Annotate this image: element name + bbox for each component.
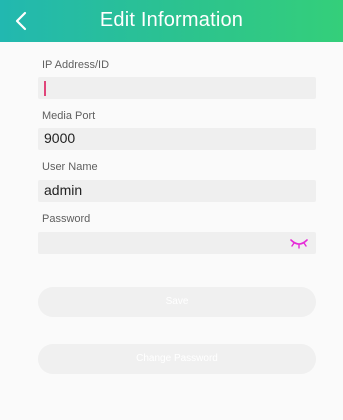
password-label: Password	[42, 213, 91, 225]
text-cursor	[44, 81, 46, 96]
page-title: Edit Information	[99, 9, 244, 31]
media-port-value: 9000	[44, 130, 76, 146]
header-bar: Edit Information	[0, 0, 343, 42]
media-port-label: Media Port	[42, 110, 96, 122]
eye-closed-icon[interactable]	[290, 237, 308, 249]
ip-address-label: IP Address/ID	[42, 59, 110, 71]
user-name-label: User Name	[42, 161, 98, 173]
change-password-button[interactable]: Change Password	[38, 344, 316, 374]
user-name-field[interactable]: admin	[38, 180, 316, 202]
password-field[interactable]	[38, 232, 316, 254]
ip-address-field[interactable]	[38, 77, 316, 99]
save-button[interactable]: Save	[38, 287, 316, 317]
media-port-field[interactable]: 9000	[38, 128, 316, 150]
user-name-value: admin	[44, 182, 83, 198]
